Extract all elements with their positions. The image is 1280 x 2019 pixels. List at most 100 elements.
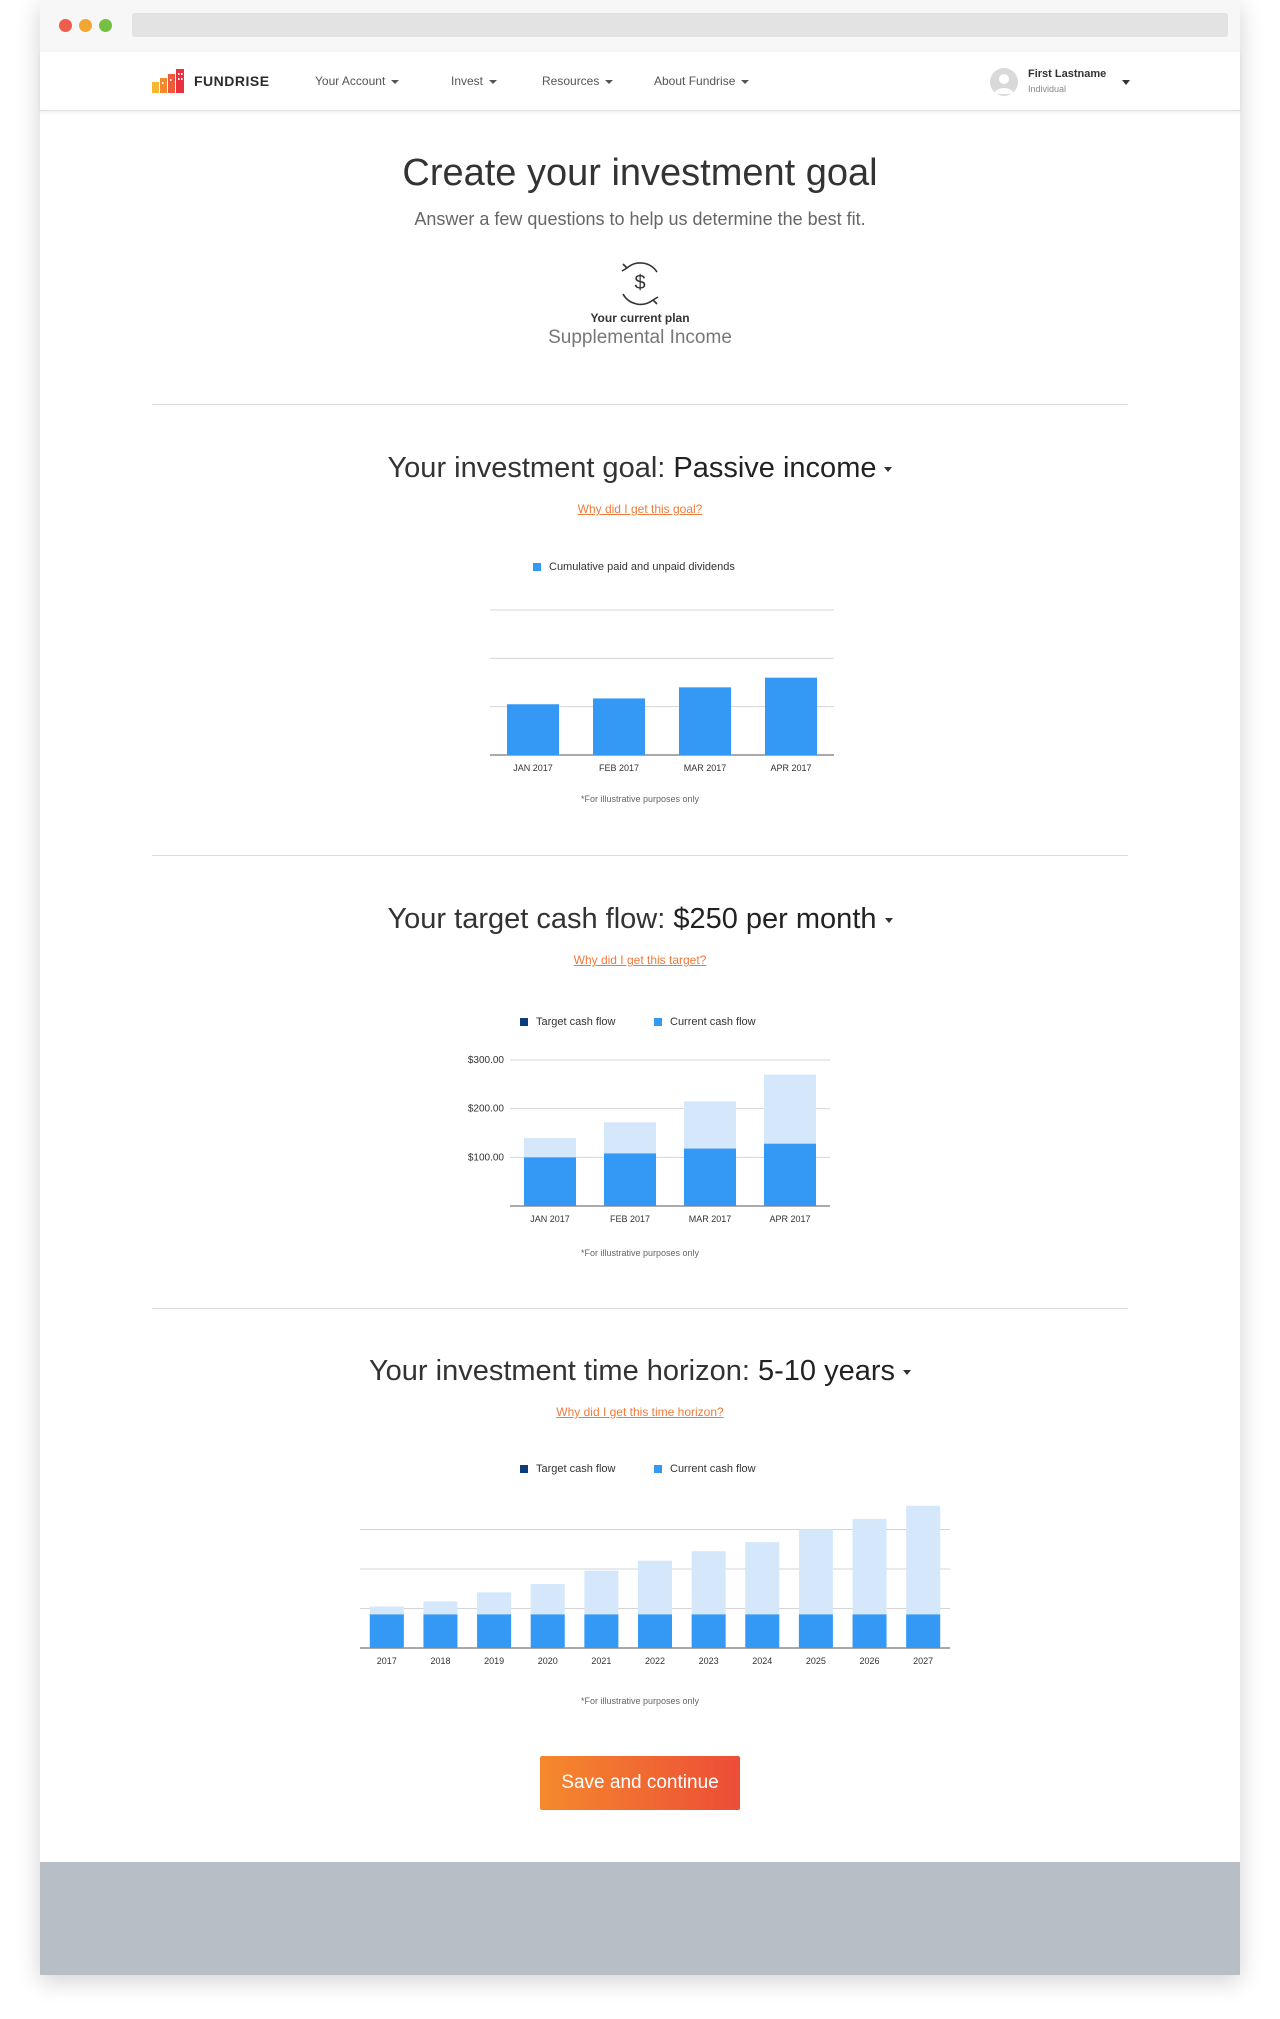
cashflow-value: $250 per month	[673, 903, 877, 935]
save-and-continue-button[interactable]: Save and continue	[540, 1756, 740, 1810]
cashflow-selector[interactable]: $250 per month	[673, 903, 893, 935]
horizon-prefix: Your investment time horizon:	[368, 1355, 750, 1387]
x-tick-label: FEB 2017	[599, 763, 639, 773]
svg-text:$: $	[634, 272, 645, 294]
horizon-selector[interactable]: 5-10 years	[758, 1355, 912, 1387]
dividend-bar	[507, 704, 559, 755]
horizon-value: 5-10 years	[758, 1355, 896, 1387]
x-tick-label: 2024	[752, 1656, 772, 1666]
dividend-bar	[679, 687, 731, 755]
page-footer	[40, 1862, 1240, 1975]
current-bar	[524, 1157, 576, 1206]
brand-name: FUNDRISE	[194, 73, 270, 89]
current-bar	[906, 1614, 941, 1648]
goal-link-wrap: Why did I get this goal?	[40, 500, 1240, 518]
chart2-legend-target: Target cash flow	[520, 1016, 615, 1028]
x-tick-label: 2026	[860, 1656, 880, 1666]
legend-swatch	[654, 1018, 662, 1026]
x-tick-label: MAR 2017	[689, 1214, 732, 1224]
current-bar	[584, 1614, 619, 1648]
x-tick-label: 2021	[591, 1656, 611, 1666]
current-bar	[369, 1614, 404, 1648]
x-tick-label: FEB 2017	[610, 1214, 650, 1224]
legend-swatch	[520, 1018, 528, 1026]
fundrise-logo-icon	[152, 69, 184, 93]
nav-about-fundrise[interactable]: About Fundrise	[654, 52, 750, 110]
dividend-bar	[765, 677, 817, 755]
chevron-down-icon	[884, 466, 893, 472]
chevron-down-icon	[884, 917, 893, 923]
maximize-window-icon[interactable]	[99, 19, 112, 32]
y-tick-label: $300.00	[468, 1055, 505, 1066]
current-bar	[477, 1614, 512, 1648]
x-tick-label: JAN 2017	[530, 1214, 570, 1224]
x-tick-label: APR 2017	[770, 763, 811, 773]
goal-value: Passive income	[673, 452, 877, 484]
chevron-down-icon	[605, 79, 614, 84]
x-tick-label: 2025	[806, 1656, 826, 1666]
avatar	[990, 68, 1018, 96]
nav-label: Your Account	[315, 74, 386, 88]
legend-label: Cumulative paid and unpaid dividends	[549, 561, 735, 573]
current-bar	[684, 1148, 736, 1206]
current-bar	[638, 1614, 672, 1648]
chart-disclaimer: *For illustrative purposes only	[580, 1696, 700, 1706]
user-name: First Lastname	[1028, 68, 1107, 80]
nav-your-account[interactable]: Your Account	[315, 52, 400, 110]
cashflow-heading: Your target cash flow: $250 per month	[40, 903, 1240, 936]
cashflow-chart: $100.00 $200.00 $300.00 JAN 2017 FEB 2017 MAR…	[468, 1055, 830, 1224]
legend-label: Current cash flow	[670, 1016, 756, 1028]
goal-selector[interactable]: Passive income	[673, 452, 893, 484]
user-account-type: Individual	[1028, 84, 1067, 94]
current-bar	[764, 1143, 816, 1206]
browser-window: FUNDRISE Your Account Invest Resources A…	[40, 0, 1240, 1975]
page-title: Create your investment goal	[402, 152, 878, 194]
minimize-window-icon[interactable]	[79, 19, 92, 32]
current-bar	[798, 1614, 833, 1648]
cashflow-link-wrap: Why did I get this target?	[40, 951, 1240, 969]
cashflow-prefix: Your target cash flow:	[387, 903, 666, 935]
x-tick-label: 2018	[430, 1656, 450, 1666]
x-tick-label: 2020	[538, 1656, 558, 1666]
chart-disclaimer: *For illustrative purposes only	[580, 1248, 700, 1258]
nav-label: Resources	[542, 74, 600, 88]
current-plan-label: Your current plan	[590, 311, 690, 325]
current-bar	[423, 1614, 458, 1648]
horizon-chart: 2017 2018 2019 2020 2021 2022 2023 2024 2025 2026…	[360, 1505, 950, 1666]
chevron-down-icon	[1122, 80, 1130, 85]
section-divider	[152, 855, 1128, 856]
chart1-legend-item: Cumulative paid and unpaid dividends	[533, 561, 735, 573]
why-horizon-link[interactable]: Why did I get this time horizon?	[556, 1405, 723, 1419]
goal-heading: Your investment goal: Passive income	[40, 452, 1240, 485]
x-tick-label: APR 2017	[769, 1214, 810, 1224]
x-tick-label: 2019	[484, 1656, 504, 1666]
nav-invest[interactable]: Invest	[451, 52, 498, 110]
legend-swatch	[533, 563, 541, 571]
chart-disclaimer: *For illustrative purposes only	[580, 794, 700, 804]
chevron-down-icon	[391, 79, 400, 84]
x-tick-label: 2022	[645, 1656, 665, 1666]
current-bar	[852, 1614, 887, 1648]
current-plan-value: Supplemental Income	[548, 327, 732, 348]
x-tick-label: 2017	[377, 1656, 397, 1666]
current-bar	[691, 1614, 726, 1648]
current-bar	[604, 1153, 656, 1206]
page-subtitle: Answer a few questions to help us determ…	[414, 209, 866, 229]
chart2-legend-current: Current cash flow	[654, 1016, 756, 1028]
user-menu[interactable]: First Lastname Individual	[990, 65, 1180, 99]
chevron-down-icon	[741, 79, 750, 84]
close-window-icon[interactable]	[59, 19, 72, 32]
section-divider	[152, 404, 1128, 405]
nav-label: Invest	[451, 74, 484, 88]
brand-logo[interactable]: FUNDRISE	[152, 68, 270, 94]
nav-resources[interactable]: Resources	[542, 52, 614, 110]
goal-prefix: Your investment goal:	[387, 452, 666, 484]
recurring-dollar-icon: $	[621, 262, 659, 306]
address-bar[interactable]	[132, 13, 1228, 37]
why-goal-link[interactable]: Why did I get this goal?	[578, 502, 703, 516]
why-target-link[interactable]: Why did I get this target?	[574, 953, 707, 967]
dividends-chart: JAN 2017 FEB 2017 MAR 2017 APR 2017	[490, 609, 834, 773]
current-bar	[530, 1614, 565, 1648]
browser-titlebar	[40, 0, 1240, 52]
legend-label: Target cash flow	[536, 1016, 616, 1028]
